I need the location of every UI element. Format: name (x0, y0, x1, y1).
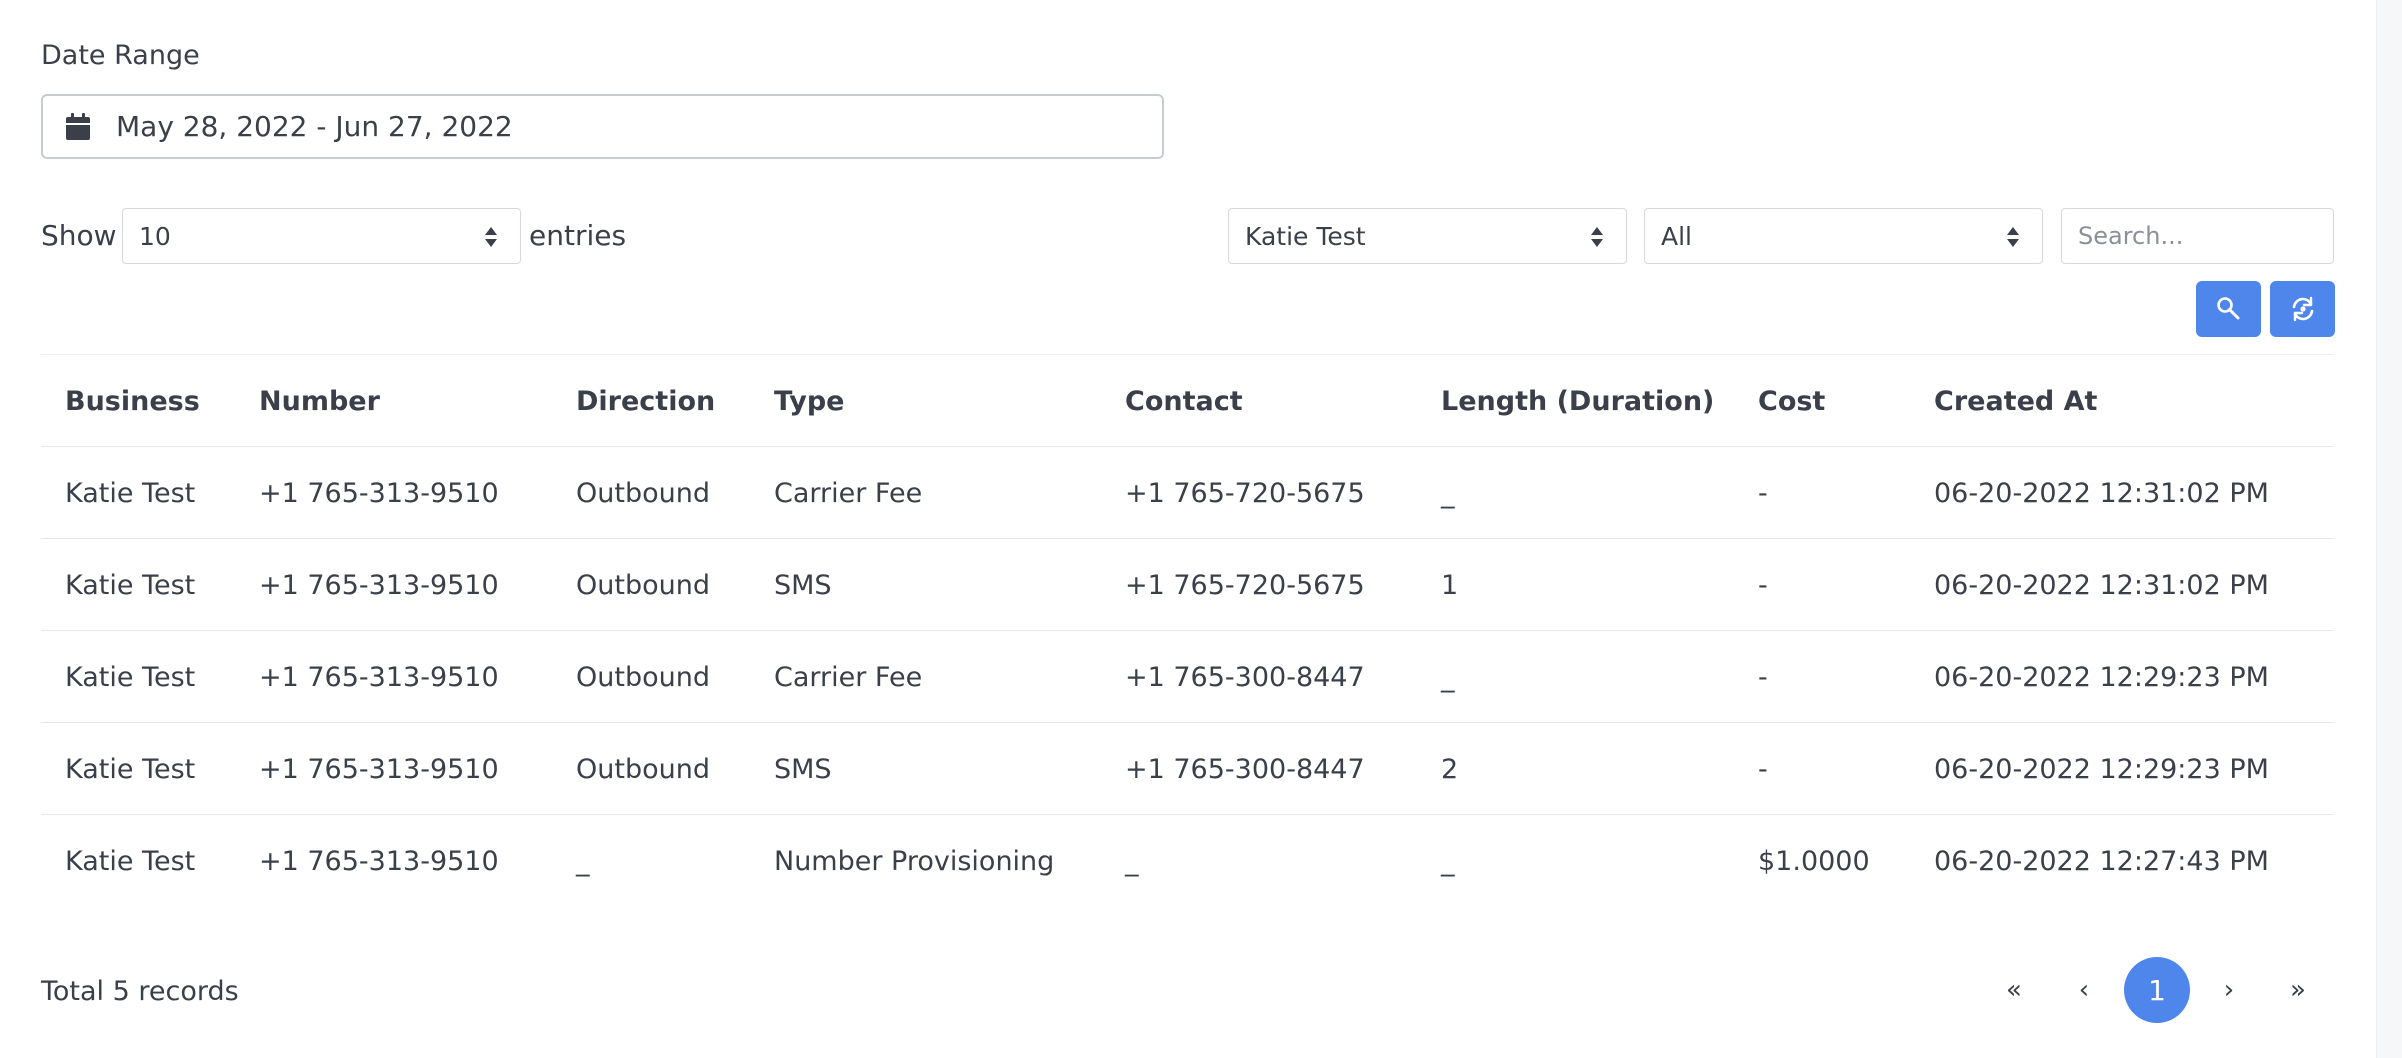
cell-number: +1 765-313-9510 (259, 569, 499, 601)
cell-contact: +1 765-720-5675 (1125, 477, 1365, 509)
header-created-at[interactable]: Created At (1934, 355, 2097, 447)
cell-cost: - (1758, 569, 1768, 601)
cell-created-at: 06-20-2022 12:29:23 PM (1934, 661, 2269, 693)
cell-cost: $1.0000 (1758, 845, 1870, 877)
header-business[interactable]: Business (65, 355, 200, 447)
sort-icon (2007, 227, 2019, 247)
cell-length: _ (1441, 661, 1455, 693)
cell-direction: _ (576, 845, 590, 877)
cell-cost: - (1758, 661, 1768, 693)
reset-button[interactable] (2270, 281, 2335, 337)
cell-type: Carrier Fee (774, 661, 923, 693)
cell-business: Katie Test (65, 753, 196, 785)
cell-length: _ (1441, 477, 1455, 509)
header-number[interactable]: Number (259, 355, 380, 447)
cell-type: Carrier Fee (774, 477, 923, 509)
cell-created-at: 06-20-2022 12:29:23 PM (1934, 753, 2269, 785)
pagination-page-1[interactable]: 1 (2124, 957, 2190, 1023)
pagination-first[interactable]: « (1998, 957, 2030, 1023)
header-contact[interactable]: Contact (1125, 355, 1243, 447)
type-select[interactable]: All (1644, 208, 2043, 264)
header-cost[interactable]: Cost (1758, 355, 1825, 447)
entries-select-value: 10 (139, 221, 171, 251)
cell-direction: Outbound (576, 753, 710, 785)
cell-type: SMS (774, 569, 832, 601)
cell-business: Katie Test (65, 477, 196, 509)
date-range-picker[interactable]: May 28, 2022 - Jun 27, 2022 (41, 94, 1164, 159)
cell-number: +1 765-313-9510 (259, 845, 499, 877)
cell-contact: _ (1125, 845, 1139, 877)
table-row: Katie Test +1 765-313-9510 Outbound Carr… (41, 446, 2334, 538)
business-select[interactable]: Katie Test (1228, 208, 1627, 264)
cell-number: +1 765-313-9510 (259, 477, 499, 509)
business-select-value: Katie Test (1245, 221, 1366, 251)
reset-icon (2292, 296, 2313, 322)
search-input[interactable] (2061, 208, 2334, 264)
entries-select[interactable]: 10 (122, 208, 521, 264)
sort-icon (485, 227, 497, 247)
sort-icon (1591, 227, 1603, 247)
cell-cost: - (1758, 477, 1768, 509)
table-row: Katie Test +1 765-313-9510 _ Number Prov… (41, 814, 2334, 906)
page: Date Range May 28, 2022 - Jun 27, 2022 S… (0, 0, 2376, 1058)
cell-business: Katie Test (65, 845, 196, 877)
search-button[interactable] (2196, 281, 2261, 337)
type-select-value: All (1661, 221, 1692, 251)
header-length[interactable]: Length (Duration) (1441, 355, 1714, 447)
cell-business: Katie Test (65, 661, 196, 693)
cell-length: 1 (1441, 569, 1459, 601)
cell-contact: +1 765-300-8447 (1125, 661, 1365, 693)
page-edge (2376, 0, 2402, 1058)
table-row: Katie Test +1 765-313-9510 Outbound SMS … (41, 722, 2334, 814)
header-type[interactable]: Type (774, 355, 844, 447)
cell-contact: +1 765-300-8447 (1125, 753, 1365, 785)
search-icon (2216, 297, 2239, 320)
cell-length: 2 (1441, 753, 1459, 785)
pagination-prev[interactable]: ‹ (2068, 957, 2100, 1023)
cell-business: Katie Test (65, 569, 196, 601)
cell-cost: - (1758, 753, 1768, 785)
cell-direction: Outbound (576, 661, 710, 693)
table-row: Katie Test +1 765-313-9510 Outbound Carr… (41, 630, 2334, 722)
table-header: Business Number Direction Type Contact L… (41, 354, 2334, 446)
total-records: Total 5 records (41, 976, 239, 1007)
cell-created-at: 06-20-2022 12:31:02 PM (1934, 569, 2269, 601)
date-range-label: Date Range (41, 40, 200, 71)
cell-number: +1 765-313-9510 (259, 753, 499, 785)
pagination-last[interactable]: » (2282, 957, 2314, 1023)
pagination-next[interactable]: › (2213, 957, 2245, 1023)
table-row: Katie Test +1 765-313-9510 Outbound SMS … (41, 538, 2334, 630)
records-table: Business Number Direction Type Contact L… (41, 354, 2334, 906)
entries-label: entries (529, 219, 627, 252)
cell-type: SMS (774, 753, 832, 785)
cell-type: Number Provisioning (774, 845, 1055, 877)
show-label: Show (41, 219, 117, 252)
cell-direction: Outbound (576, 569, 710, 601)
cell-contact: +1 765-720-5675 (1125, 569, 1365, 601)
calendar-icon (66, 112, 90, 140)
date-range-value: May 28, 2022 - Jun 27, 2022 (116, 110, 513, 143)
cell-created-at: 06-20-2022 12:27:43 PM (1934, 845, 2269, 877)
cell-length: _ (1441, 845, 1455, 877)
cell-created-at: 06-20-2022 12:31:02 PM (1934, 477, 2269, 509)
cell-number: +1 765-313-9510 (259, 661, 499, 693)
cell-direction: Outbound (576, 477, 710, 509)
header-direction[interactable]: Direction (576, 355, 715, 447)
